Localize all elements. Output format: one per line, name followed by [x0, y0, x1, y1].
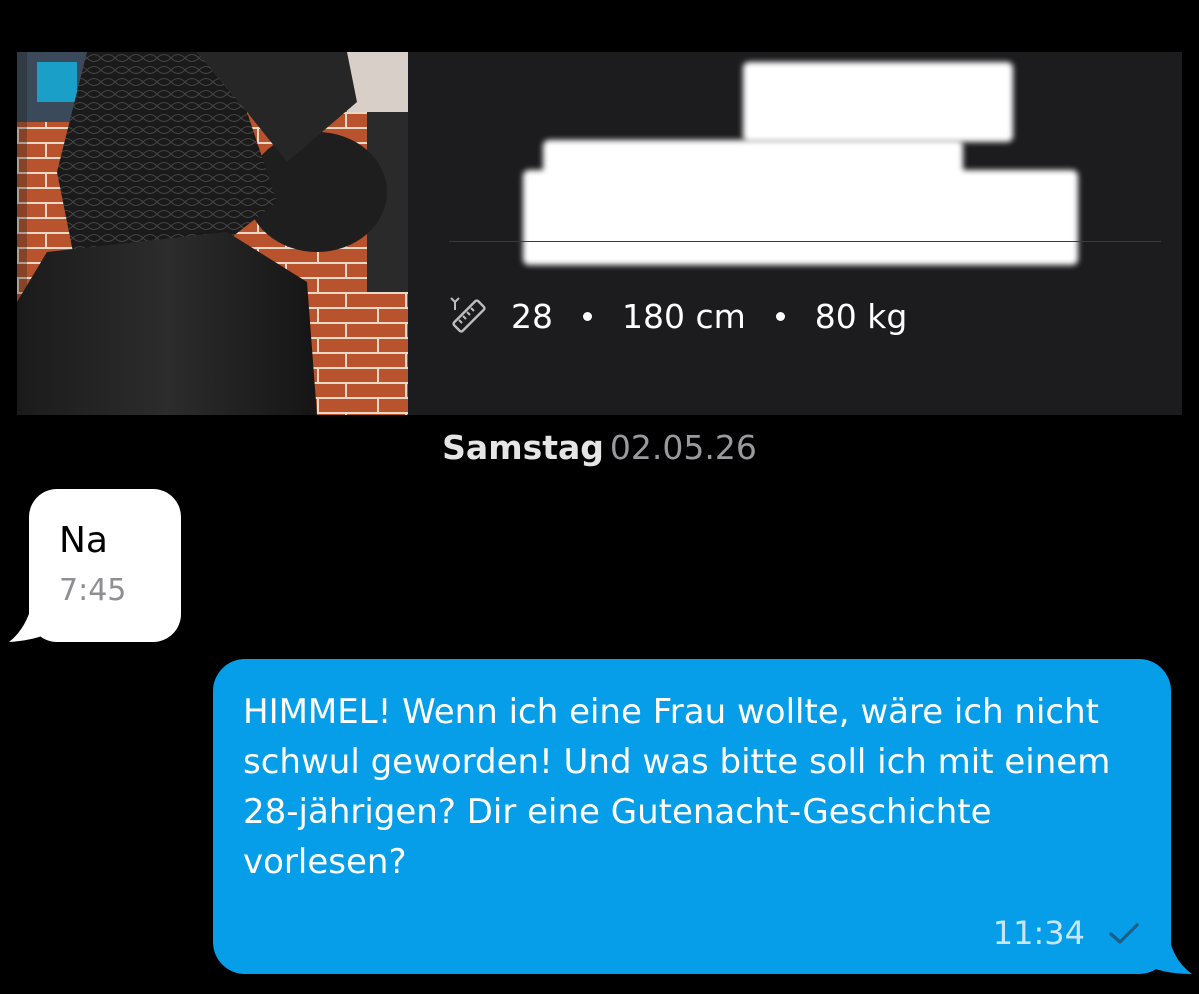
ruler-icon — [450, 297, 486, 333]
date-value: 02.05.26 — [609, 428, 757, 467]
stat-separator — [583, 311, 592, 321]
stat-weight: 80 kg — [814, 296, 908, 336]
redacted-location — [523, 170, 1078, 265]
info-divider — [449, 241, 1161, 242]
profile-info: 28 180 cm 80 kg — [408, 52, 1182, 415]
profile-photo[interactable] — [17, 52, 408, 415]
stat-age: 28 — [511, 296, 553, 336]
message-time: 11:34 — [992, 914, 1085, 952]
stat-separator — [775, 311, 785, 321]
date-separator: Samstag 02.05.26 — [0, 424, 1199, 472]
message-meta: 11:34 — [993, 914, 1141, 952]
profile-card[interactable]: 28 180 cm 80 kg — [17, 52, 1182, 415]
redacted-name — [743, 62, 1013, 142]
outgoing-message-bubble[interactable]: HIMMEL! Wenn ich eine Frau wollte, wäre … — [213, 659, 1171, 974]
check-icon — [1109, 923, 1139, 944]
profile-photo-image — [17, 52, 408, 415]
chat-screen: 28 180 cm 80 kg Samstag 02.05.26 Na 7:45 … — [0, 0, 1199, 994]
message-time: 7:45 — [59, 573, 127, 608]
message-text: HIMMEL! Wenn ich eine Frau wollte, wäre … — [243, 692, 1111, 882]
stat-height: 180 cm — [622, 296, 746, 336]
date-day: Samstag — [442, 428, 604, 467]
profile-stats: 28 180 cm 80 kg — [449, 290, 907, 342]
incoming-message-bubble[interactable]: Na 7:45 — [29, 489, 181, 642]
message-text: Na — [59, 520, 108, 561]
